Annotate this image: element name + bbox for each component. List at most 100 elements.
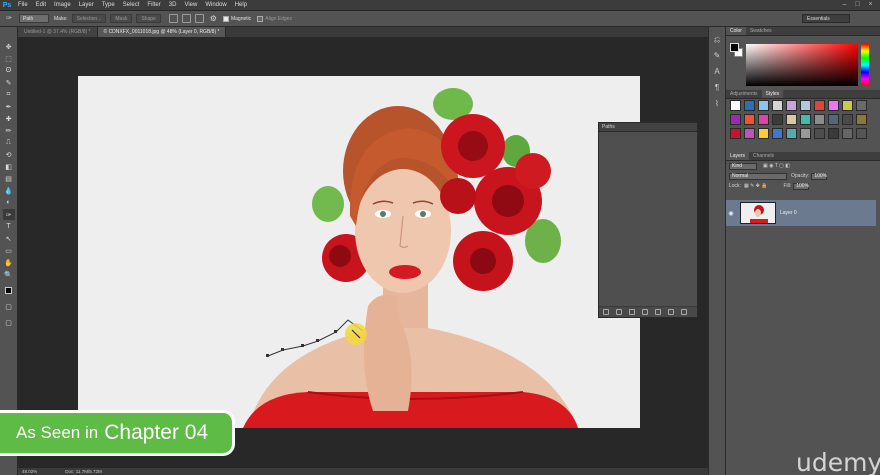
tab-channels[interactable]: Channels <box>749 152 778 160</box>
new-path-icon[interactable] <box>668 309 674 315</box>
menu-image[interactable]: Image <box>50 2 75 8</box>
menu-3d[interactable]: 3D <box>165 2 181 8</box>
eyedropper-icon[interactable]: ✒ <box>3 101 15 112</box>
foreground-background-icon[interactable] <box>3 285 15 296</box>
menu-edit[interactable]: Edit <box>32 2 50 8</box>
menu-filter[interactable]: Filter <box>143 2 164 8</box>
add-mask-icon[interactable] <box>655 309 661 315</box>
tab-layers[interactable]: Layers <box>726 152 750 160</box>
style-swatch[interactable] <box>758 128 769 139</box>
tab-adjustments[interactable]: Adjustments <box>726 90 762 98</box>
style-swatch[interactable] <box>772 128 783 139</box>
style-swatch[interactable] <box>842 128 853 139</box>
align-edges-checkbox[interactable] <box>257 15 264 22</box>
quick-select-icon[interactable]: ✎ <box>3 77 15 88</box>
quick-mask-icon[interactable]: ▢ <box>3 301 15 312</box>
style-swatch[interactable] <box>814 114 825 125</box>
menu-window[interactable]: Window <box>201 2 230 8</box>
menu-help[interactable]: Help <box>231 2 251 8</box>
path-select-icon[interactable]: ↖ <box>3 233 15 244</box>
style-swatch[interactable] <box>744 128 755 139</box>
style-swatch[interactable] <box>758 100 769 111</box>
type-icon[interactable]: T <box>3 221 15 232</box>
move-icon[interactable]: ✥ <box>3 41 15 52</box>
screen-mode-icon[interactable]: ▢ <box>3 317 15 328</box>
style-swatch[interactable] <box>800 128 811 139</box>
tab-untitled[interactable]: Untitled-1 @ 37.4% (RGB/8) * <box>18 27 98 37</box>
brush-icon[interactable]: ✏ <box>3 125 15 136</box>
filter-icons[interactable]: ▣ ◉ T ▢ ◧ <box>763 163 790 169</box>
style-swatch[interactable] <box>744 114 755 125</box>
make-mask-button[interactable]: Mask <box>110 14 133 23</box>
style-swatch[interactable] <box>814 100 825 111</box>
tab-color[interactable]: Color <box>726 27 746 35</box>
visibility-eye-icon[interactable]: ◉ <box>726 210 736 217</box>
paragraph-icon[interactable]: ¶ <box>712 83 722 93</box>
blend-mode-dropdown[interactable]: Normal <box>729 172 787 180</box>
healing-icon[interactable]: ✚ <box>3 113 15 124</box>
hand-icon[interactable]: ✋ <box>3 257 15 268</box>
style-swatch[interactable] <box>786 128 797 139</box>
color-field[interactable] <box>746 44 858 86</box>
style-swatch[interactable] <box>730 100 741 111</box>
paths-list[interactable] <box>599 132 697 306</box>
stroke-path-icon[interactable] <box>616 309 622 315</box>
eraser-icon[interactable]: ◧ <box>3 161 15 172</box>
crop-icon[interactable]: ⌗ <box>3 89 15 100</box>
path-arrangement-icon[interactable] <box>194 14 204 23</box>
style-swatch[interactable] <box>828 128 839 139</box>
workspace-dropdown[interactable]: Essentials <box>802 14 850 23</box>
opacity-input[interactable]: 100% <box>811 172 828 180</box>
style-swatch[interactable] <box>772 114 783 125</box>
style-swatch[interactable] <box>800 100 811 111</box>
style-swatch[interactable] <box>842 100 853 111</box>
style-swatch[interactable] <box>828 100 839 111</box>
zoom-icon[interactable]: 🔍 <box>3 269 15 280</box>
style-swatch[interactable] <box>744 100 755 111</box>
stamp-icon[interactable]: ⎍ <box>3 137 15 148</box>
tab-styles[interactable]: Styles <box>761 90 784 98</box>
minimize-icon[interactable]: – <box>840 1 849 9</box>
menu-type[interactable]: Type <box>98 2 119 8</box>
gradient-icon[interactable]: ▤ <box>3 173 15 184</box>
close-icon[interactable]: × <box>866 1 875 9</box>
menu-layer[interactable]: Layer <box>75 2 98 8</box>
lock-icons[interactable]: ▦ ✎ ✥ 🔒 <box>744 183 768 189</box>
style-swatch[interactable] <box>828 114 839 125</box>
document-canvas[interactable] <box>78 76 640 428</box>
make-shape-button[interactable]: Shape <box>136 14 161 23</box>
history-brush-icon[interactable]: ⟲ <box>3 149 15 160</box>
fill-input[interactable]: 100% <box>793 182 810 190</box>
pen-tool-preset-icon[interactable]: ✑ <box>3 13 15 24</box>
style-swatch[interactable] <box>856 128 867 139</box>
menu-file[interactable]: File <box>14 2 32 8</box>
tab-swatches[interactable]: Swatches <box>746 27 776 35</box>
style-swatch[interactable] <box>856 100 867 111</box>
style-swatch[interactable] <box>786 114 797 125</box>
blur-icon[interactable]: 💧 <box>3 185 15 196</box>
dodge-icon[interactable]: ◐ <box>3 197 15 208</box>
path-alignment-icon[interactable] <box>181 14 191 23</box>
magnetic-checkbox[interactable] <box>222 15 229 22</box>
history-icon[interactable]: ⎌ <box>712 35 722 45</box>
character-icon[interactable]: A <box>712 67 722 77</box>
layer-row[interactable]: ◉ Layer 0 <box>726 200 876 226</box>
style-swatch[interactable] <box>800 114 811 125</box>
pen-icon[interactable]: ✑ <box>2 209 15 220</box>
make-work-path-icon[interactable] <box>642 309 648 315</box>
hue-slider[interactable] <box>861 44 869 86</box>
shape-icon[interactable]: ▭ <box>3 245 15 256</box>
lasso-icon[interactable]: ʘ <box>3 65 15 76</box>
load-as-selection-icon[interactable] <box>629 309 635 315</box>
style-swatch[interactable] <box>856 114 867 125</box>
trash-icon[interactable] <box>681 309 687 315</box>
style-swatch[interactable] <box>786 100 797 111</box>
style-swatch[interactable] <box>730 114 741 125</box>
style-swatch[interactable] <box>842 114 853 125</box>
maximize-icon[interactable]: □ <box>853 1 862 9</box>
style-swatch[interactable] <box>730 128 741 139</box>
zoom-level[interactable]: 48.02% <box>22 469 37 474</box>
style-swatch[interactable] <box>758 114 769 125</box>
kind-filter-dropdown[interactable]: Kind <box>729 162 757 170</box>
paths-icon[interactable]: ⌇ <box>712 99 722 109</box>
